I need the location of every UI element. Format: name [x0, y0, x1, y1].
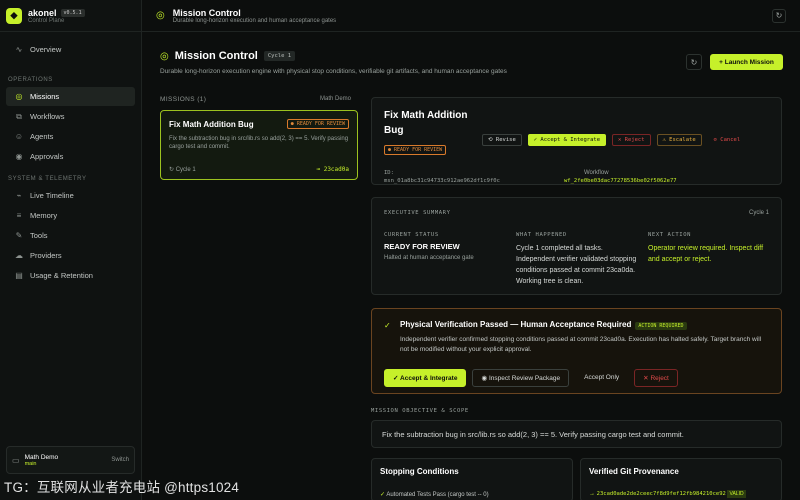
mission-card-desc: Fix the subtraction bug in src/lib.rs so…: [169, 136, 349, 150]
mission-control-icon: ◎: [156, 10, 165, 21]
workspace-switcher[interactable]: ▭ Math Demo main Switch: [6, 446, 135, 474]
verification-title: Physical Verification Passed — Human Acc…: [400, 320, 687, 330]
sidebar-item-missions[interactable]: ◎ Missions: [6, 87, 135, 106]
mission-card[interactable]: Fix Math Addition Bug ● READY FOR REVIEW…: [160, 110, 358, 180]
accept-integrate-button[interactable]: ✓ Accept & Integrate: [384, 369, 467, 387]
section-operations: OPERATIONS: [8, 77, 53, 83]
wrench-icon: ✎: [15, 231, 23, 240]
stopping-conditions-title: Stopping Conditions: [380, 467, 459, 476]
current-status-label: CURRENT STATUS: [384, 232, 439, 238]
accept-only-button[interactable]: Accept Only: [575, 369, 628, 387]
topbar-subtitle: Durable long-horizon execution and human…: [172, 17, 337, 24]
workflow-label: Workflow: [584, 170, 609, 176]
current-status: READY FOR REVIEW: [384, 242, 460, 251]
arrow-icon: →: [589, 491, 595, 497]
executive-summary: EXECUTIVE SUMMARY Cycle 1 CURRENT STATUS…: [371, 197, 782, 295]
sidebar-item-tools[interactable]: ✎ Tools: [6, 226, 135, 245]
target-icon: ◎: [15, 92, 23, 101]
cycle-badge: Cycle 1: [263, 51, 296, 61]
page-title: Mission Control: [174, 50, 258, 62]
sidebar-item-agents[interactable]: ☺ Agents: [6, 127, 135, 146]
provenance-row: → 23cad0ade2de2ceec7f8d9fef12fb984210ce9…: [589, 490, 746, 498]
valid-tag: VALID: [727, 490, 746, 498]
section-telemetry: SYSTEM & TELEMETRY: [8, 176, 87, 182]
next-action-label: NEXT ACTION: [648, 232, 692, 238]
reject-button[interactable]: ✕ Reject: [634, 369, 678, 387]
verification-desc: Independent verifier confirmed stopping …: [400, 336, 762, 353]
launch-mission-button[interactable]: + Launch Mission: [710, 54, 783, 70]
summary-label: EXECUTIVE SUMMARY: [384, 210, 451, 216]
workspace-name: Math Demo: [24, 453, 59, 461]
action-required-tag: ACTION REQUIRED: [635, 322, 687, 330]
revise-button[interactable]: ⟲ Revise: [482, 134, 522, 146]
detail-status-badge: ● READY FOR REVIEW: [384, 145, 447, 155]
topbar: ◎ Mission Control Durable long-horizon e…: [142, 0, 800, 32]
workspace-label: Math Demo: [320, 96, 352, 102]
watermark: TG：互联网从业者充电站 @https1024: [4, 480, 240, 495]
mission-detail: Fix Math Addition Bug ● READY FOR REVIEW…: [371, 97, 782, 185]
activity-icon: ⌁: [16, 191, 22, 200]
main-content: ◎ Mission Control Cycle 1 Durable long-h…: [142, 32, 800, 500]
folder-icon: ▭: [12, 455, 20, 465]
missions-label: MISSIONS (1): [160, 96, 207, 103]
git-provenance-title: Verified Git Provenance: [589, 467, 679, 476]
workspace-branch: main: [24, 460, 37, 467]
check-circle-icon: ◉: [15, 152, 23, 161]
current-status-note: Halted at human acceptance gate: [384, 255, 474, 261]
accept-integrate-button[interactable]: ✓ Accept & Integrate: [527, 134, 607, 146]
commit-hash: ⊸ 23cad0a: [316, 166, 349, 173]
sidebar-item-usage[interactable]: ▤ Usage & Retention: [6, 266, 135, 285]
mission-card-title: Fix Math Addition Bug: [169, 119, 254, 129]
akonel-logo-icon: ◆: [6, 7, 22, 24]
target-icon: ◎: [160, 50, 169, 62]
brand-name: akonel: [28, 7, 57, 18]
next-action: Operator review required. Inspect diff a…: [648, 245, 764, 263]
git-provenance-card: Verified Git Provenance → 23cad0ade2de2c…: [580, 458, 782, 500]
refresh-button[interactable]: ↻: [686, 54, 702, 70]
inspect-review-package-button[interactable]: ◉ Inspect Review Package: [472, 369, 570, 387]
workflow-icon: ⧉: [16, 111, 22, 121]
summary-cycle: Cycle 1: [748, 210, 769, 216]
what-happened: Cycle 1 completed all tasks. Independent…: [516, 245, 637, 285]
sidebar-item-approvals[interactable]: ◉ Approvals: [6, 147, 135, 166]
workflow-id[interactable]: wf_2fe0be03dac77278536be02f5062e77: [564, 178, 677, 184]
cancel-button[interactable]: ⊘ Cancel: [708, 134, 747, 146]
sidebar-item-overview[interactable]: ∿ Overview: [6, 40, 135, 59]
check-icon: ✓: [380, 492, 386, 498]
bot-icon: ☺: [14, 132, 24, 141]
switch-button[interactable]: Switch: [111, 457, 129, 463]
mission-id: msn_01a8bc31c94733c912ae962df1c9f0c: [384, 178, 500, 184]
stopping-condition-row: ✓ Automated Tests Pass (cargo test -- 0): [380, 492, 489, 498]
verification-banner: ✓ Physical Verification Passed — Human A…: [371, 308, 782, 394]
reject-button[interactable]: ✕ Reject: [612, 134, 651, 146]
topbar-title: Mission Control: [172, 7, 241, 18]
what-happened-label: WHAT HAPPENED: [516, 232, 567, 238]
version-badge: v0.5.1: [60, 8, 85, 17]
stopping-conditions-card: Stopping Conditions ✓ Automated Tests Pa…: [371, 458, 573, 500]
brand: ◆ akonel v0.5.1 Control Plane: [0, 0, 141, 32]
status-badge: ● READY FOR REVIEW: [286, 119, 349, 129]
objective-text: Fix the subtraction bug in src/lib.rs so…: [371, 420, 782, 448]
sidebar: ◆ akonel v0.5.1 Control Plane ∿ Overview …: [0, 0, 142, 500]
sidebar-item-workflows[interactable]: ⧉ Workflows: [6, 107, 135, 126]
database-icon: ≡: [16, 211, 22, 220]
cloud-icon: ☁: [15, 251, 23, 260]
page-subtitle: Durable long-horizon execution engine wi…: [160, 68, 507, 75]
sidebar-item-providers[interactable]: ☁ Providers: [6, 246, 135, 265]
brand-subtitle: Control Plane: [28, 17, 65, 24]
detail-title: Fix Math Addition Bug: [384, 110, 468, 136]
cycle-label: ↻ Cycle 1: [169, 167, 196, 173]
escalate-button[interactable]: ⚠ Escalate: [656, 134, 702, 146]
sidebar-item-memory[interactable]: ≡ Memory: [6, 206, 135, 225]
objective-label: MISSION OBJECTIVE & SCOPE: [371, 408, 469, 414]
check-circle-icon: ✓: [384, 321, 391, 330]
pulse-icon: ∿: [15, 45, 23, 54]
chart-icon: ▤: [15, 271, 23, 280]
id-label: ID:: [384, 170, 394, 176]
sidebar-item-live-timeline[interactable]: ⌁ Live Timeline: [6, 186, 135, 205]
refresh-icon[interactable]: ↻: [772, 8, 786, 23]
